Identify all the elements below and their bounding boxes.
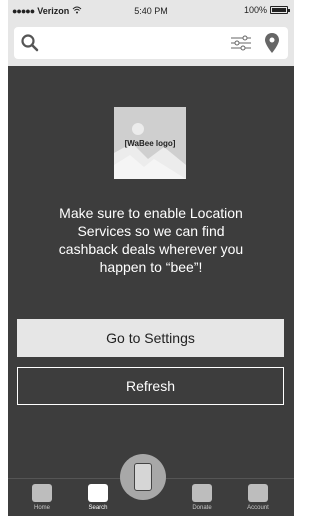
- search-tab-icon: [88, 484, 108, 502]
- location-services-message: Make sure to enable Location Services so…: [58, 205, 244, 275]
- logo-text: [WaBee logo]: [124, 139, 176, 148]
- center-phone-button[interactable]: [120, 454, 166, 500]
- phone-icon: [134, 463, 152, 491]
- search-header: [8, 22, 294, 66]
- battery-percent: 100%: [243, 5, 267, 15]
- tab-donate[interactable]: Donate: [182, 484, 222, 514]
- tab-home[interactable]: Home: [22, 484, 62, 514]
- tab-label-search: Search: [88, 505, 108, 511]
- donate-icon: [192, 484, 212, 502]
- wabee-logo: [WaBee logo]: [114, 107, 186, 179]
- status-bar: ●●●●● Verizon 5:40 PM 100%: [8, 0, 294, 22]
- search-icon[interactable]: [20, 33, 40, 53]
- go-to-settings-button[interactable]: Go to Settings: [17, 319, 284, 357]
- search-input[interactable]: [14, 27, 288, 59]
- tab-label-donate: Donate: [192, 505, 212, 511]
- tab-label-home: Home: [33, 505, 50, 511]
- refresh-button[interactable]: Refresh: [17, 367, 284, 405]
- filter-icon[interactable]: [230, 34, 252, 52]
- battery-icon: [270, 6, 290, 14]
- tab-label-account: Account: [247, 505, 269, 511]
- account-icon: [248, 484, 268, 502]
- tab-account[interactable]: Account: [238, 484, 278, 514]
- home-icon: [32, 484, 52, 502]
- status-right: 100%: [243, 5, 290, 15]
- phone-screen: ●●●●● Verizon 5:40 PM 100% [WaBee logo] …: [0, 0, 294, 516]
- tab-search[interactable]: Search: [78, 484, 118, 514]
- location-pin-icon[interactable]: [264, 32, 280, 54]
- main-content: [WaBee logo] Make sure to enable Locatio…: [8, 66, 294, 516]
